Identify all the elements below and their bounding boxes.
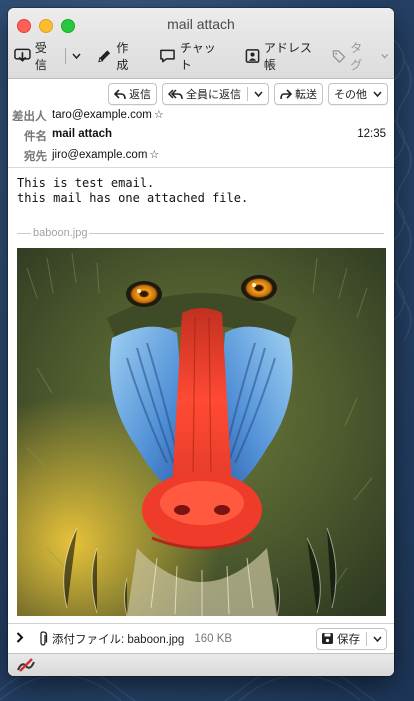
chat-label: チャット bbox=[179, 41, 216, 72]
receive-button[interactable]: 受信 bbox=[8, 41, 63, 72]
body-line: this mail has one attached file. bbox=[17, 191, 249, 205]
tag-label: タグ bbox=[350, 41, 363, 72]
forward-button[interactable]: 転送 bbox=[274, 83, 323, 105]
baboon-picture bbox=[17, 248, 386, 616]
from-value[interactable]: taro@example.com ☆ bbox=[52, 108, 164, 122]
receive-label: 受信 bbox=[34, 41, 47, 72]
chevron-down-icon bbox=[72, 53, 81, 59]
chat-button[interactable]: チャット bbox=[153, 41, 231, 72]
star-icon[interactable]: ☆ bbox=[149, 148, 159, 161]
compose-label: 作成 bbox=[116, 41, 129, 72]
message-body: This is test email. this mail has one att… bbox=[8, 168, 394, 206]
to-value[interactable]: jiro@example.com ☆ bbox=[52, 148, 159, 162]
tag-icon bbox=[333, 49, 346, 63]
compose-button[interactable]: 作成 bbox=[91, 41, 145, 72]
forward-label: 転送 bbox=[295, 89, 317, 101]
status-bar bbox=[8, 653, 394, 676]
subject-value: mail attach bbox=[52, 128, 113, 140]
titlebar: mail attach 受信 作成 チャット アドレス帳 タグ bbox=[8, 8, 394, 79]
reply-button[interactable]: 返信 bbox=[108, 83, 157, 105]
save-disk-icon bbox=[322, 633, 333, 644]
to-label: 宛先 bbox=[24, 151, 47, 163]
reply-arrow-icon bbox=[114, 88, 126, 99]
from-address[interactable]: taro@example.com bbox=[52, 109, 152, 121]
attachment-bar: 添付ファイル: baboon.jpg 160 KB 保存 bbox=[8, 623, 394, 653]
split-divider bbox=[366, 631, 367, 646]
tag-button[interactable]: タグ bbox=[326, 41, 394, 72]
chevron-down-icon bbox=[380, 53, 388, 59]
other-actions-button[interactable]: その他 bbox=[328, 83, 388, 105]
reply-all-button[interactable]: 全員に返信 bbox=[162, 83, 269, 105]
expand-attachments-button[interactable] bbox=[16, 631, 24, 646]
chevron-down-icon[interactable] bbox=[254, 91, 263, 97]
split-divider bbox=[247, 87, 248, 101]
attachment-separator: baboon.jpg bbox=[17, 226, 384, 240]
mail-window: mail attach 受信 作成 チャット アドレス帳 タグ 返信 全員に返信… bbox=[8, 8, 394, 676]
message-time: 12:35 bbox=[357, 128, 386, 140]
main-toolbar: 受信 作成 チャット アドレス帳 タグ bbox=[8, 41, 394, 72]
toolbar-separator bbox=[65, 48, 67, 64]
window-title: mail attach bbox=[167, 16, 235, 32]
save-label: 保存 bbox=[337, 633, 360, 646]
pencil-icon bbox=[98, 50, 111, 63]
forward-arrow-icon bbox=[280, 88, 292, 99]
chevron-down-icon bbox=[373, 91, 382, 97]
subject-label: 件名 bbox=[24, 131, 47, 143]
to-row: 宛先 jiro@example.com ☆ bbox=[8, 145, 394, 165]
reply-label: 返信 bbox=[129, 89, 151, 101]
inbox-download-icon bbox=[14, 48, 31, 62]
paperclip-icon bbox=[40, 630, 48, 646]
chevron-down-icon[interactable] bbox=[373, 636, 382, 642]
other-label: その他 bbox=[334, 89, 367, 101]
from-label: 差出人 bbox=[12, 111, 47, 123]
body-line: This is test email. bbox=[17, 176, 155, 190]
offline-status-icon[interactable] bbox=[16, 657, 38, 673]
reply-all-arrow-icon bbox=[168, 88, 183, 99]
addressbook-label: アドレス帳 bbox=[263, 41, 312, 72]
to-address[interactable]: jiro@example.com bbox=[52, 149, 147, 161]
save-button[interactable]: 保存 bbox=[316, 627, 387, 650]
address-book-icon bbox=[245, 49, 260, 63]
from-row: 差出人 taro@example.com ☆ bbox=[8, 105, 394, 125]
chat-bubble-icon bbox=[160, 49, 175, 63]
attachment-separator-name: baboon.jpg bbox=[33, 227, 88, 239]
receive-dropdown[interactable] bbox=[68, 44, 85, 68]
separator-line bbox=[89, 232, 384, 234]
subject-row: 件名 mail attach 12:35 bbox=[8, 125, 394, 145]
separator-line bbox=[17, 232, 31, 234]
star-icon[interactable]: ☆ bbox=[154, 108, 164, 121]
attachment-size: 160 KB bbox=[194, 632, 233, 645]
reply-all-label: 全員に返信 bbox=[186, 89, 241, 101]
chevron-right-icon bbox=[16, 631, 24, 643]
attachment-label[interactable]: 添付ファイル: baboon.jpg bbox=[52, 631, 184, 647]
attached-image[interactable] bbox=[17, 248, 386, 616]
addressbook-button[interactable]: アドレス帳 bbox=[239, 41, 327, 72]
